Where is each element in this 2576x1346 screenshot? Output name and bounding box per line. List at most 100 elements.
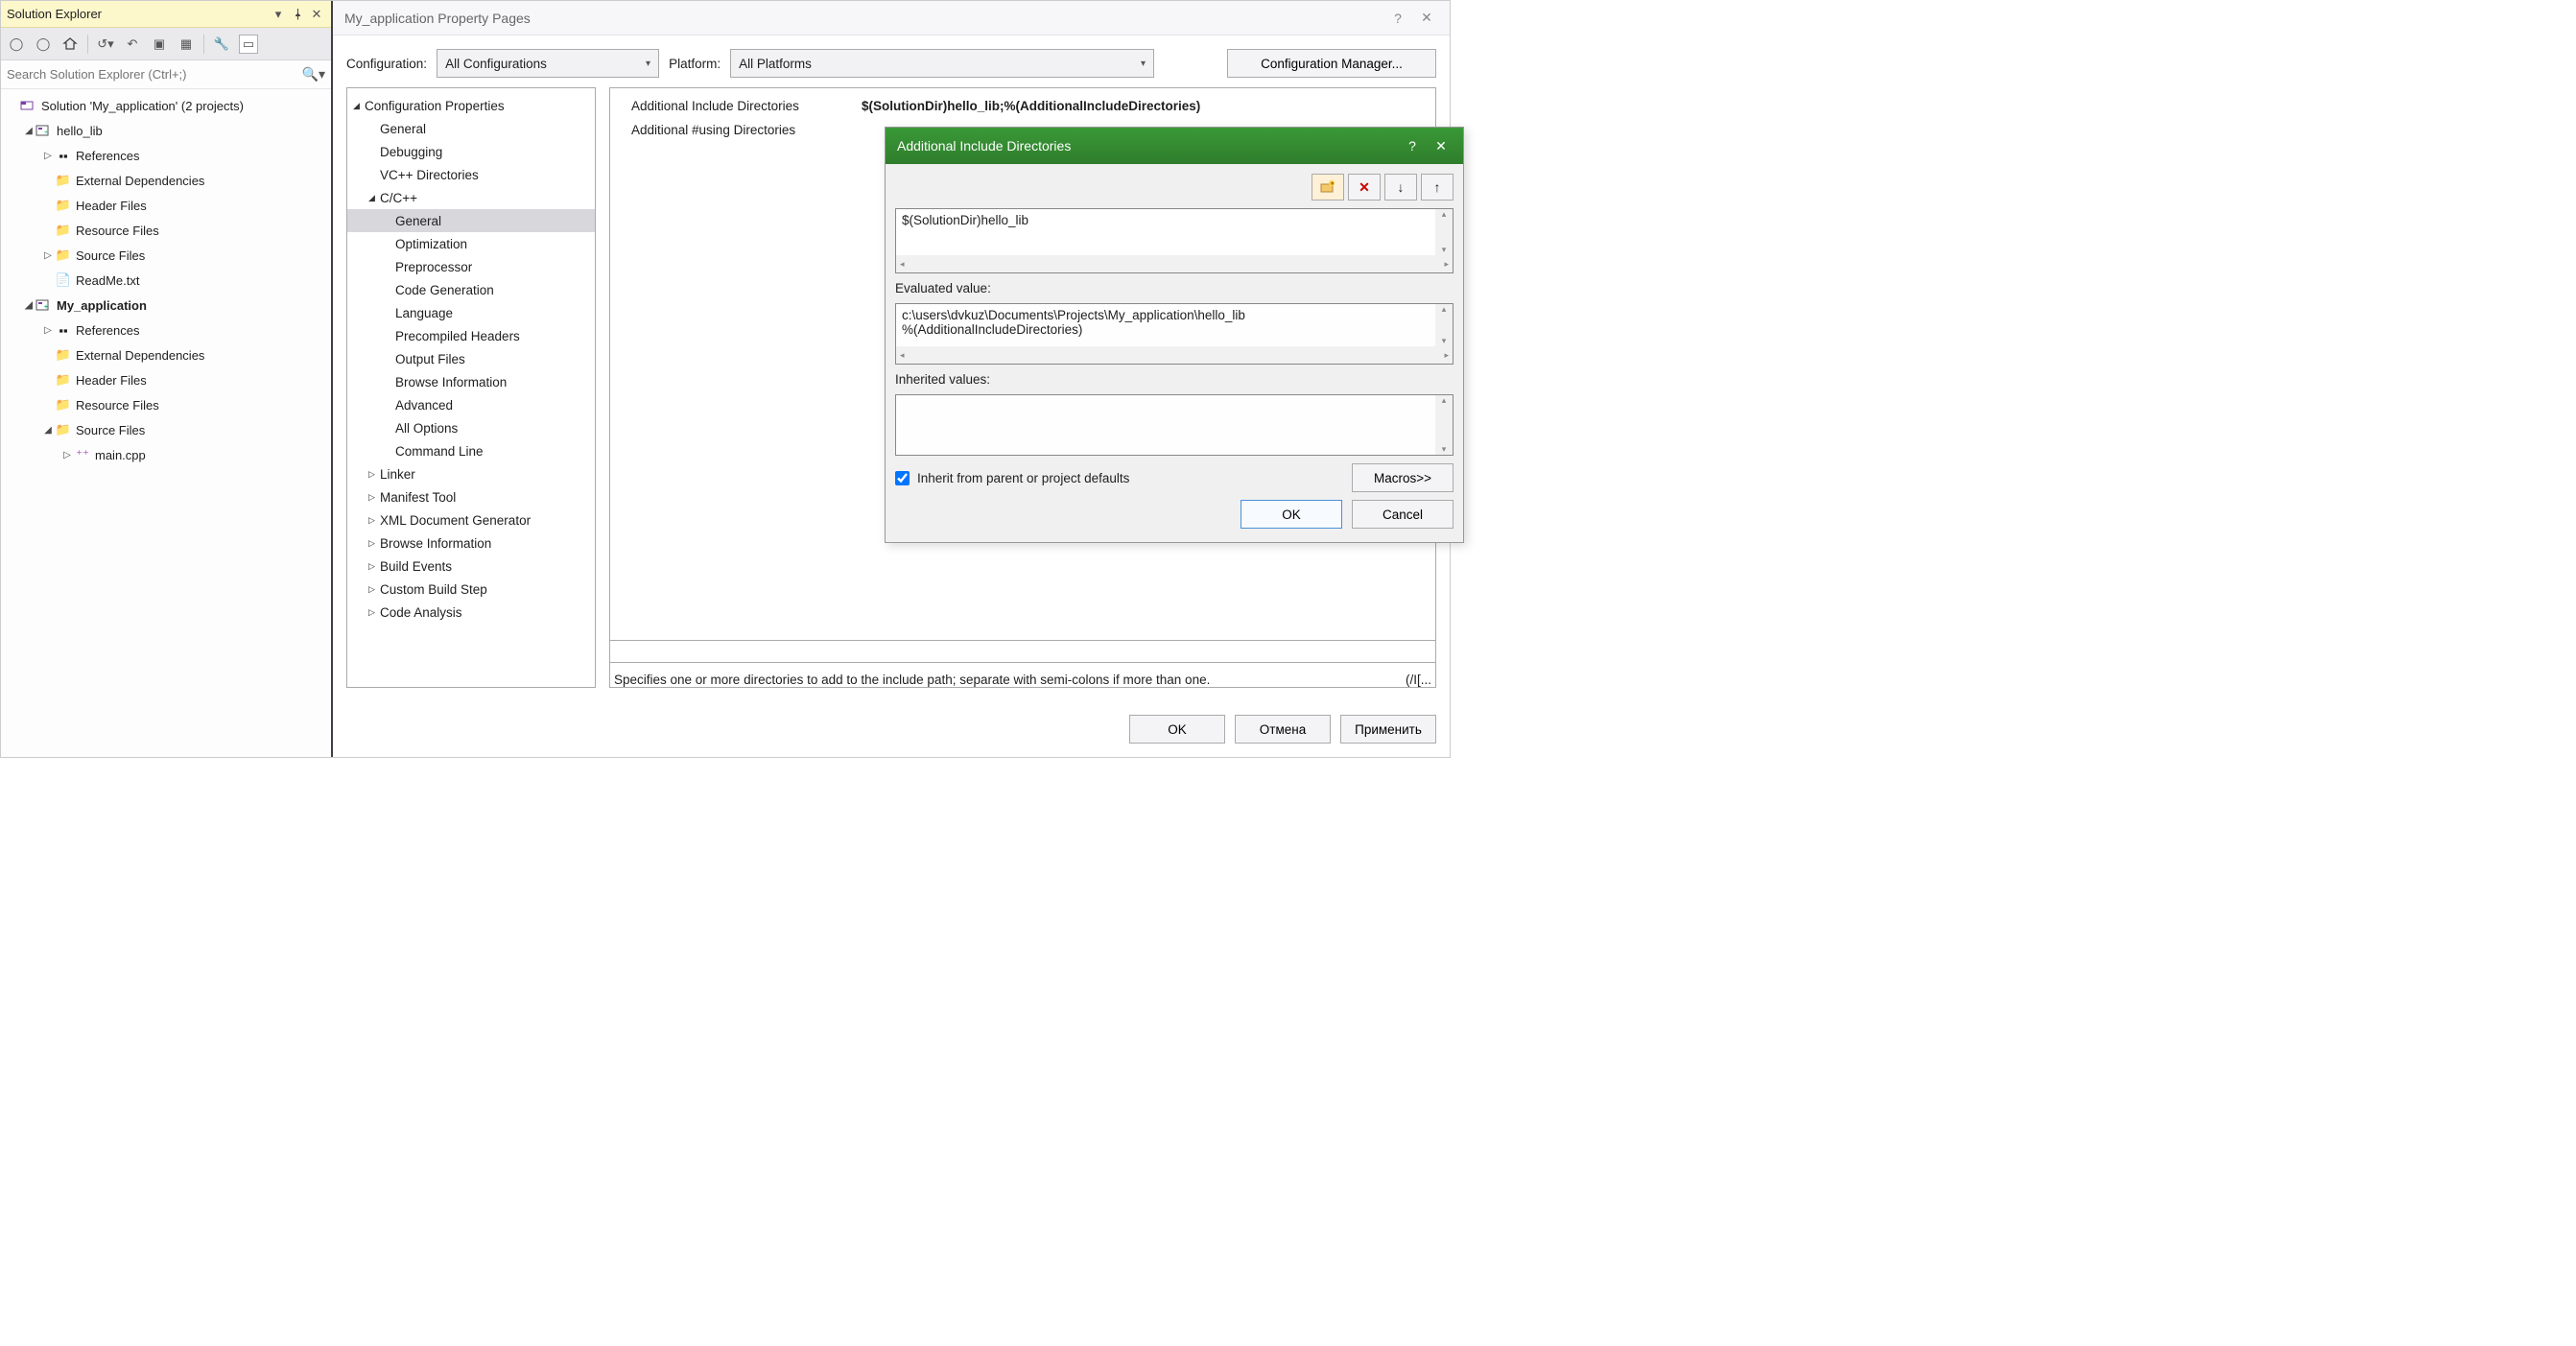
- search-icon[interactable]: 🔍▾: [302, 66, 325, 83]
- dialog-title: Additional Include Directories: [897, 138, 1071, 153]
- resource-files-node[interactable]: 📁Resource Files: [1, 218, 331, 243]
- delete-icon[interactable]: ✕: [1348, 174, 1381, 201]
- cancel-button[interactable]: Cancel: [1352, 500, 1453, 529]
- help-icon[interactable]: ?: [1386, 7, 1409, 30]
- platform-combo[interactable]: All Platforms ▾: [730, 49, 1154, 78]
- tree-browseinfo[interactable]: ▷Browse Information: [347, 531, 595, 555]
- tree-manifest[interactable]: ▷Manifest Tool: [347, 485, 595, 508]
- configuration-manager-button[interactable]: Configuration Manager...: [1227, 49, 1436, 78]
- tree-c-pch[interactable]: Precompiled Headers: [347, 324, 595, 347]
- header-files-node[interactable]: 📁Header Files: [1, 193, 331, 218]
- solution-explorer-panel: Solution Explorer ▾ ✕ ◯ ◯ ↺▾ ↶ ▣ ▦ 🔧 ▭ 🔍…: [1, 1, 333, 757]
- apply-button[interactable]: Применить: [1340, 715, 1436, 744]
- search-input[interactable]: [7, 67, 302, 82]
- tree-vcdirs[interactable]: VC++ Directories: [347, 163, 595, 186]
- tree-label: Manifest Tool: [380, 490, 456, 505]
- tree-c-language[interactable]: Language: [347, 301, 595, 324]
- tree-c-general[interactable]: General: [347, 209, 595, 232]
- vertical-scrollbar[interactable]: ▴▾: [1435, 304, 1453, 346]
- tree-c-browse[interactable]: Browse Information: [347, 370, 595, 393]
- vertical-scrollbar[interactable]: ▴▾: [1435, 209, 1453, 255]
- tree-general[interactable]: General: [347, 117, 595, 140]
- ok-button[interactable]: OK: [1129, 715, 1225, 744]
- collapse-icon[interactable]: ▣: [150, 35, 169, 54]
- preview-icon[interactable]: ▭: [239, 35, 258, 54]
- property-pages-dialog: My_application Property Pages ? ✕ Config…: [333, 1, 1450, 757]
- tree-label: Command Line: [395, 444, 484, 459]
- cancel-button[interactable]: Отмена: [1235, 715, 1331, 744]
- forward-icon[interactable]: ◯: [34, 35, 53, 54]
- external-deps-node[interactable]: 📁External Dependencies: [1, 168, 331, 193]
- move-down-icon[interactable]: ↓: [1384, 174, 1417, 201]
- tree-buildevents[interactable]: ▷Build Events: [347, 555, 595, 578]
- tree-codeanalysis[interactable]: ▷Code Analysis: [347, 601, 595, 624]
- node-label: References: [76, 323, 139, 338]
- references-node[interactable]: ▷▪▪References: [1, 143, 331, 168]
- property-row[interactable]: Additional Include Directories $(Solutio…: [610, 94, 1435, 118]
- references-node[interactable]: ▷▪▪References: [1, 318, 331, 342]
- tree-linker[interactable]: ▷Linker: [347, 462, 595, 485]
- show-all-icon[interactable]: ▦: [177, 35, 196, 54]
- move-up-icon[interactable]: ↑: [1421, 174, 1453, 201]
- tree-custombuild[interactable]: ▷Custom Build Step: [347, 578, 595, 601]
- source-files-node[interactable]: ▷📁Source Files: [1, 243, 331, 268]
- source-files-node[interactable]: ◢📁Source Files: [1, 417, 331, 442]
- new-folder-icon[interactable]: ★: [1312, 174, 1344, 201]
- dropdown-icon[interactable]: ▾: [270, 6, 287, 23]
- vertical-scrollbar[interactable]: ▴▾: [1435, 395, 1453, 455]
- help-description: Specifies one or more directories to add…: [614, 673, 1210, 687]
- solution-explorer-toolbar: ◯ ◯ ↺▾ ↶ ▣ ▦ 🔧 ▭: [1, 28, 331, 60]
- close-icon[interactable]: ✕: [308, 6, 325, 23]
- tree-c-optimization[interactable]: Optimization: [347, 232, 595, 255]
- tree-label: C/C++: [380, 191, 417, 205]
- solution-node[interactable]: Solution 'My_application' (2 projects): [1, 93, 331, 118]
- home-icon[interactable]: [60, 35, 80, 54]
- solution-tree: Solution 'My_application' (2 projects) ◢…: [1, 89, 331, 757]
- tree-label: Output Files: [395, 352, 465, 366]
- external-deps-node[interactable]: 📁External Dependencies: [1, 342, 331, 367]
- tree-c-preprocessor[interactable]: Preprocessor: [347, 255, 595, 278]
- inherit-checkbox[interactable]: [895, 471, 910, 485]
- refresh-icon[interactable]: ↶: [123, 35, 142, 54]
- horizontal-scrollbar[interactable]: ◂▸: [896, 255, 1453, 272]
- ok-button[interactable]: OK: [1241, 500, 1342, 529]
- project-hello-lib[interactable]: ◢ + hello_lib: [1, 118, 331, 143]
- sync-icon[interactable]: ↺▾: [96, 35, 115, 54]
- resource-files-node[interactable]: 📁Resource Files: [1, 392, 331, 417]
- main-cpp-node[interactable]: ▷⁺⁺main.cpp: [1, 442, 331, 467]
- references-icon: ▪▪: [55, 323, 72, 338]
- pin-icon[interactable]: [289, 6, 306, 23]
- folder-icon: 📁: [55, 223, 72, 238]
- tree-label: XML Document Generator: [380, 513, 531, 528]
- directories-list[interactable]: $(SolutionDir)hello_lib ▴▾ ◂▸: [895, 208, 1453, 273]
- list-item[interactable]: $(SolutionDir)hello_lib: [902, 213, 1447, 227]
- back-icon[interactable]: ◯: [7, 35, 26, 54]
- properties-icon[interactable]: 🔧: [212, 35, 231, 54]
- separator: [203, 35, 204, 54]
- tree-c-codegen[interactable]: Code Generation: [347, 278, 595, 301]
- project-icon: +: [35, 124, 53, 137]
- svg-text:+: +: [44, 304, 48, 311]
- tree-c-advanced[interactable]: Advanced: [347, 393, 595, 416]
- tree-c-cmdline[interactable]: Command Line: [347, 439, 595, 462]
- tree-config-props[interactable]: ◢Configuration Properties: [347, 94, 595, 117]
- configuration-combo[interactable]: All Configurations ▾: [437, 49, 659, 78]
- horizontal-scrollbar[interactable]: ◂▸: [896, 346, 1453, 364]
- project-my-application[interactable]: ◢ + My_application: [1, 293, 331, 318]
- readme-node[interactable]: 📄ReadMe.txt: [1, 268, 331, 293]
- inherit-checkbox-row[interactable]: Inherit from parent or project defaults: [895, 471, 1129, 485]
- macros-button[interactable]: Macros>>: [1352, 463, 1453, 492]
- header-files-node[interactable]: 📁Header Files: [1, 367, 331, 392]
- close-icon[interactable]: ✕: [1430, 135, 1452, 156]
- solution-explorer-title-bar: Solution Explorer ▾ ✕: [1, 1, 331, 28]
- tree-ccpp[interactable]: ◢C/C++: [347, 186, 595, 209]
- tree-c-outfiles[interactable]: Output Files: [347, 347, 595, 370]
- config-platform-row: Configuration: All Configurations ▾ Plat…: [333, 35, 1450, 87]
- tree-c-alloptions[interactable]: All Options: [347, 416, 595, 439]
- help-icon[interactable]: ?: [1402, 135, 1423, 156]
- tree-xmldoc[interactable]: ▷XML Document Generator: [347, 508, 595, 531]
- close-icon[interactable]: ✕: [1415, 7, 1438, 30]
- tree-debugging[interactable]: Debugging: [347, 140, 595, 163]
- solution-icon: [20, 99, 37, 112]
- folder-icon: 📁: [55, 198, 72, 213]
